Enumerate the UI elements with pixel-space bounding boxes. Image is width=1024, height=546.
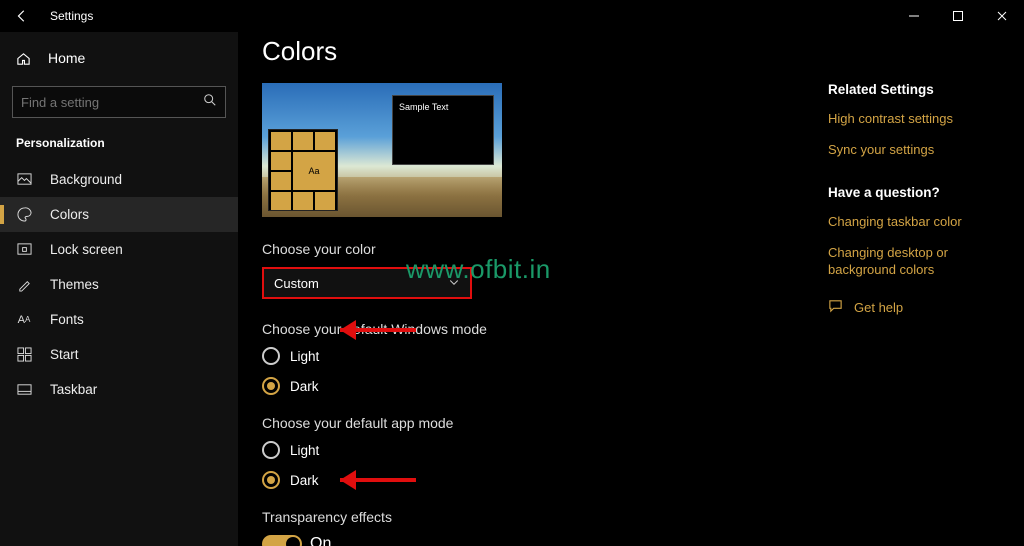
transparency-value: On: [310, 535, 331, 546]
nav-home-label: Home: [48, 50, 85, 66]
color-preview: Aa Sample Text: [262, 83, 502, 217]
sidebar-item-taskbar[interactable]: Taskbar: [0, 372, 238, 407]
have-question-heading: Have a question?: [828, 185, 1006, 200]
app-mode-dark[interactable]: Dark: [262, 471, 804, 489]
radio-label: Light: [290, 349, 319, 364]
toggle-icon: [262, 535, 302, 546]
sidebar-item-lock-screen[interactable]: Lock screen: [0, 232, 238, 267]
search-input[interactable]: [21, 95, 203, 110]
app-mode-label: Choose your default app mode: [262, 415, 804, 431]
home-icon: [16, 51, 32, 66]
lock-screen-icon: [16, 242, 32, 257]
choose-color-label: Choose your color: [262, 241, 804, 257]
related-settings-heading: Related Settings: [828, 82, 1006, 97]
main-content: Colors Aa Sample Text Choose your color …: [238, 32, 828, 546]
link-taskbar-color[interactable]: Changing taskbar color: [828, 214, 1006, 231]
search-box[interactable]: [12, 86, 226, 118]
sidebar: Home Personalization Background Colors L…: [0, 32, 238, 546]
preview-aa: Aa: [293, 152, 335, 190]
minimize-button[interactable]: [892, 0, 936, 32]
sidebar-item-colors[interactable]: Colors: [0, 197, 238, 232]
sidebar-item-label: Taskbar: [50, 382, 97, 397]
windows-mode-dark[interactable]: Dark: [262, 377, 804, 395]
back-button[interactable]: [10, 4, 34, 28]
preview-sample-text: Sample Text: [399, 102, 448, 112]
sidebar-item-label: Colors: [50, 207, 89, 222]
search-icon: [203, 93, 217, 112]
radio-label: Light: [290, 443, 319, 458]
radio-label: Dark: [290, 473, 319, 488]
transparency-label: Transparency effects: [262, 509, 804, 525]
windows-mode-light[interactable]: Light: [262, 347, 804, 365]
radio-icon: [262, 377, 280, 395]
chat-icon: [828, 298, 844, 316]
sidebar-item-themes[interactable]: Themes: [0, 267, 238, 302]
choose-color-value: Custom: [274, 276, 319, 291]
sidebar-item-fonts[interactable]: AA Fonts: [0, 302, 238, 337]
preview-window: Sample Text: [392, 95, 494, 165]
radio-icon: [262, 347, 280, 365]
link-high-contrast[interactable]: High contrast settings: [828, 111, 1006, 128]
link-desktop-colors[interactable]: Changing desktop or background colors: [828, 245, 1006, 279]
themes-icon: [16, 277, 32, 292]
sidebar-item-label: Themes: [50, 277, 99, 292]
sidebar-item-label: Background: [50, 172, 122, 187]
sidebar-item-label: Lock screen: [50, 242, 123, 257]
close-button[interactable]: [980, 0, 1024, 32]
sidebar-category: Personalization: [0, 132, 238, 162]
window-title: Settings: [50, 9, 93, 23]
get-help-link[interactable]: Get help: [828, 298, 1006, 316]
titlebar: Settings: [0, 0, 1024, 32]
sidebar-item-background[interactable]: Background: [0, 162, 238, 197]
transparency-toggle[interactable]: On: [262, 535, 804, 546]
start-icon: [16, 347, 32, 362]
right-column: Related Settings High contrast settings …: [828, 32, 1024, 546]
page-heading: Colors: [262, 36, 804, 67]
nav-home[interactable]: Home: [0, 40, 238, 76]
sidebar-item-label: Fonts: [50, 312, 84, 327]
sidebar-item-label: Start: [50, 347, 79, 362]
choose-color-dropdown[interactable]: Custom: [262, 267, 472, 299]
palette-icon: [16, 207, 32, 222]
taskbar-icon: [16, 382, 32, 397]
chevron-down-icon: [448, 276, 460, 291]
radio-label: Dark: [290, 379, 319, 394]
annotation-arrow-icon: [340, 473, 430, 487]
sidebar-item-start[interactable]: Start: [0, 337, 238, 372]
app-mode-light[interactable]: Light: [262, 441, 804, 459]
maximize-button[interactable]: [936, 0, 980, 32]
link-sync-settings[interactable]: Sync your settings: [828, 142, 1006, 159]
radio-icon: [262, 471, 280, 489]
annotation-arrow-icon: [340, 323, 430, 337]
fonts-icon: AA: [16, 314, 32, 326]
radio-icon: [262, 441, 280, 459]
get-help-label: Get help: [854, 300, 903, 315]
image-icon: [16, 172, 32, 187]
